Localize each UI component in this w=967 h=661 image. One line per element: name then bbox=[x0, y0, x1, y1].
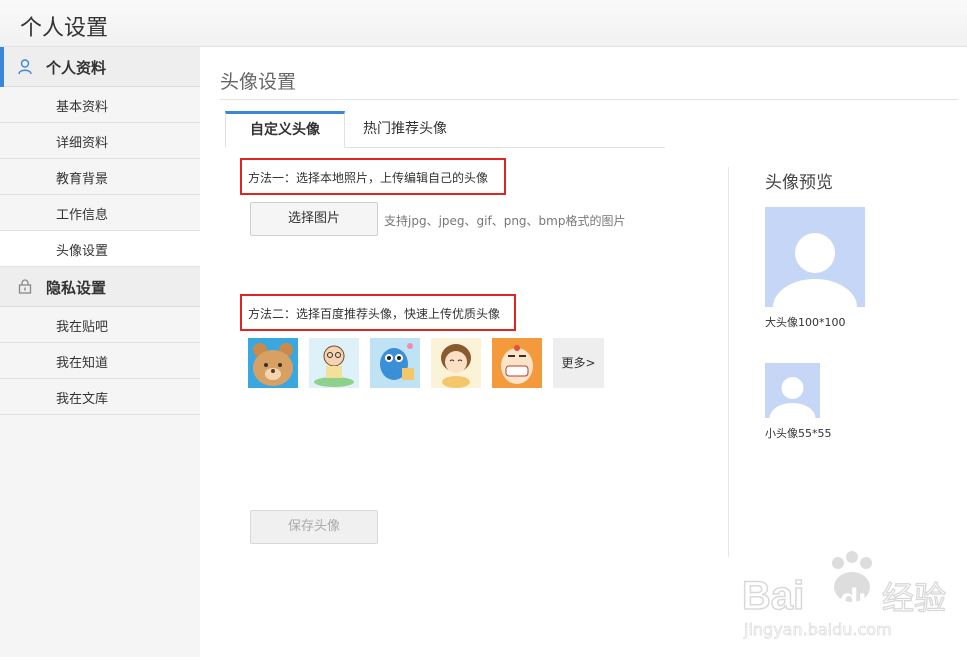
large-avatar-preview bbox=[765, 207, 865, 307]
choose-image-button[interactable]: 选择图片 bbox=[250, 202, 378, 236]
sidebar-item-label: 详细资料 bbox=[56, 136, 109, 151]
cartoon-boy-avatar[interactable] bbox=[309, 338, 359, 388]
sidebar-item-detail[interactable]: 详细资料 bbox=[0, 123, 200, 159]
sidebar-item-label: 我在文库 bbox=[56, 392, 109, 407]
sidebar-item-label: 工作信息 bbox=[56, 208, 109, 223]
sidebar-item-zhidao[interactable]: 我在知道 bbox=[0, 343, 200, 379]
watermark-brand2: du bbox=[840, 583, 877, 616]
method1-label: 方法一：选择本地照片，上传编辑自己的头像 bbox=[248, 171, 489, 185]
girl-avatar[interactable] bbox=[431, 338, 481, 388]
tab-custom-avatar[interactable]: 自定义头像 bbox=[225, 111, 345, 148]
sidebar-item-label: 头像设置 bbox=[56, 244, 109, 259]
sidebar-section-label: 隐私设置 bbox=[46, 279, 107, 297]
method2-highlight: 方法二：选择百度推荐头像，快速上传优质头像 bbox=[240, 294, 516, 331]
save-avatar-button[interactable]: 保存头像 bbox=[250, 510, 378, 544]
preview-title: 头像预览 bbox=[765, 173, 833, 193]
watermark-brand: Bai bbox=[742, 574, 804, 618]
bear-avatar[interactable] bbox=[248, 338, 298, 388]
sidebar-item-tieba[interactable]: 我在贴吧 bbox=[0, 307, 200, 343]
sidebar-item-education[interactable]: 教育背景 bbox=[0, 159, 200, 195]
sidebar-item-wenku[interactable]: 我在文库 bbox=[0, 379, 200, 415]
sidebar-item-label: 我在知道 bbox=[56, 356, 109, 371]
page-title: 头像设置 bbox=[220, 71, 297, 93]
divider bbox=[220, 99, 958, 100]
small-avatar-caption: 小头像55*55 bbox=[765, 427, 832, 440]
more-avatars-button[interactable]: 更多> bbox=[553, 338, 604, 388]
sidebar-item-label: 教育背景 bbox=[56, 172, 109, 187]
main-content: 头像设置 自定义头像 热门推荐头像 方法一：选择本地照片，上传编辑自己的头像 选… bbox=[200, 47, 967, 657]
sidebar-item-label: 基本资料 bbox=[56, 100, 109, 115]
lock-icon bbox=[18, 279, 32, 294]
top-header: 个人设置 bbox=[0, 0, 967, 47]
user-icon bbox=[18, 59, 32, 75]
watermark-cn: 经验 bbox=[882, 579, 946, 617]
method1-highlight: 方法一：选择本地照片，上传编辑自己的头像 bbox=[240, 158, 506, 195]
blue-creature-avatar[interactable] bbox=[370, 338, 420, 388]
small-avatar-preview bbox=[765, 363, 820, 418]
sidebar-item-avatar[interactable]: 头像设置 bbox=[0, 231, 200, 267]
sidebar-section-label: 个人资料 bbox=[46, 59, 107, 77]
method2-label: 方法二：选择百度推荐头像，快速上传优质头像 bbox=[248, 307, 501, 321]
tab-popular-avatar[interactable]: 热门推荐头像 bbox=[350, 111, 460, 148]
funny-face-avatar[interactable] bbox=[492, 338, 542, 388]
large-avatar-caption: 大头像100*100 bbox=[765, 316, 846, 329]
sidebar-item-label: 我在贴吧 bbox=[56, 320, 109, 335]
watermark-url: jingyan.baidu.com bbox=[743, 620, 892, 639]
preview-divider bbox=[728, 167, 729, 557]
sidebar-item-work[interactable]: 工作信息 bbox=[0, 195, 200, 231]
sidebar: 个人资料 基本资料 详细资料 教育背景 工作信息 头像设置 隐私设置 我在贴吧 … bbox=[0, 47, 200, 657]
sidebar-section-profile[interactable]: 个人资料 bbox=[0, 47, 200, 87]
format-hint: 支持jpg、jpeg、gif、png、bmp格式的图片 bbox=[384, 214, 626, 228]
baidu-jingyan-watermark: Bai du 经验 jingyan.baidu.com bbox=[740, 547, 965, 657]
header-title: 个人设置 bbox=[20, 16, 109, 41]
sidebar-item-basic[interactable]: 基本资料 bbox=[0, 87, 200, 123]
sidebar-section-privacy[interactable]: 隐私设置 bbox=[0, 267, 200, 307]
